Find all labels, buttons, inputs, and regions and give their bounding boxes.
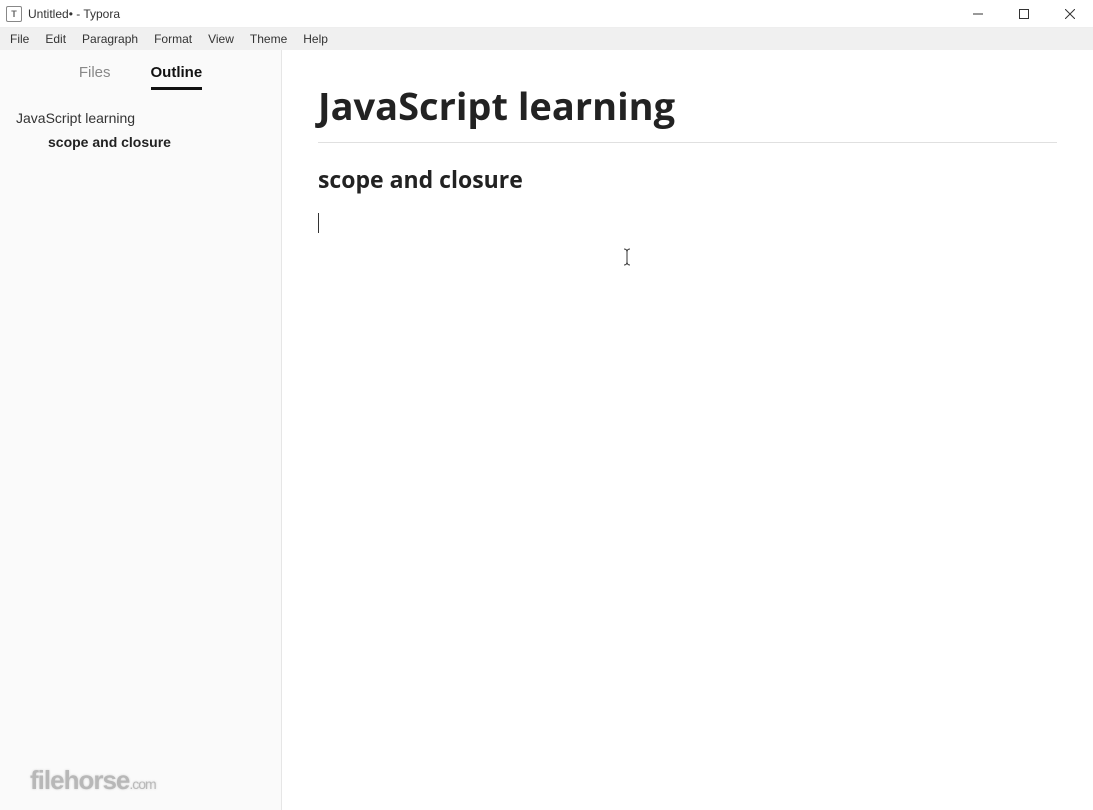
minimize-button[interactable] (955, 0, 1001, 27)
menubar: File Edit Paragraph Format View Theme He… (0, 28, 1093, 50)
menu-view[interactable]: View (200, 30, 242, 48)
editor-heading-2[interactable]: scope and closure (318, 163, 1057, 195)
menu-paragraph[interactable]: Paragraph (74, 30, 146, 48)
main-area: Files Outline JavaScript learning scope … (0, 50, 1093, 810)
outline-list: JavaScript learning scope and closure (0, 98, 281, 162)
menu-file[interactable]: File (2, 30, 37, 48)
tab-outline[interactable]: Outline (151, 64, 203, 90)
app-icon: T (6, 6, 22, 22)
menu-theme[interactable]: Theme (242, 30, 295, 48)
app-icon-label: T (11, 9, 17, 19)
outline-item-h2[interactable]: scope and closure (0, 130, 281, 154)
menu-edit[interactable]: Edit (37, 30, 74, 48)
maximize-button[interactable] (1001, 0, 1047, 27)
window-title: Untitled• - Typora (28, 7, 120, 21)
sidebar-tabs: Files Outline (0, 50, 281, 98)
editor-area[interactable]: JavaScript learning scope and closure (282, 50, 1093, 810)
window-controls (955, 0, 1093, 27)
sidebar: Files Outline JavaScript learning scope … (0, 50, 282, 810)
mouse-text-cursor-icon (620, 248, 634, 266)
outline-item-h1[interactable]: JavaScript learning (0, 106, 281, 130)
editor-paragraph[interactable] (318, 213, 1057, 235)
close-button[interactable] (1047, 0, 1093, 27)
text-caret (318, 213, 319, 233)
menu-format[interactable]: Format (146, 30, 200, 48)
editor-heading-1[interactable]: JavaScript learning (318, 80, 1057, 143)
menu-help[interactable]: Help (295, 30, 336, 48)
titlebar: T Untitled• - Typora (0, 0, 1093, 28)
tab-files[interactable]: Files (79, 64, 111, 90)
